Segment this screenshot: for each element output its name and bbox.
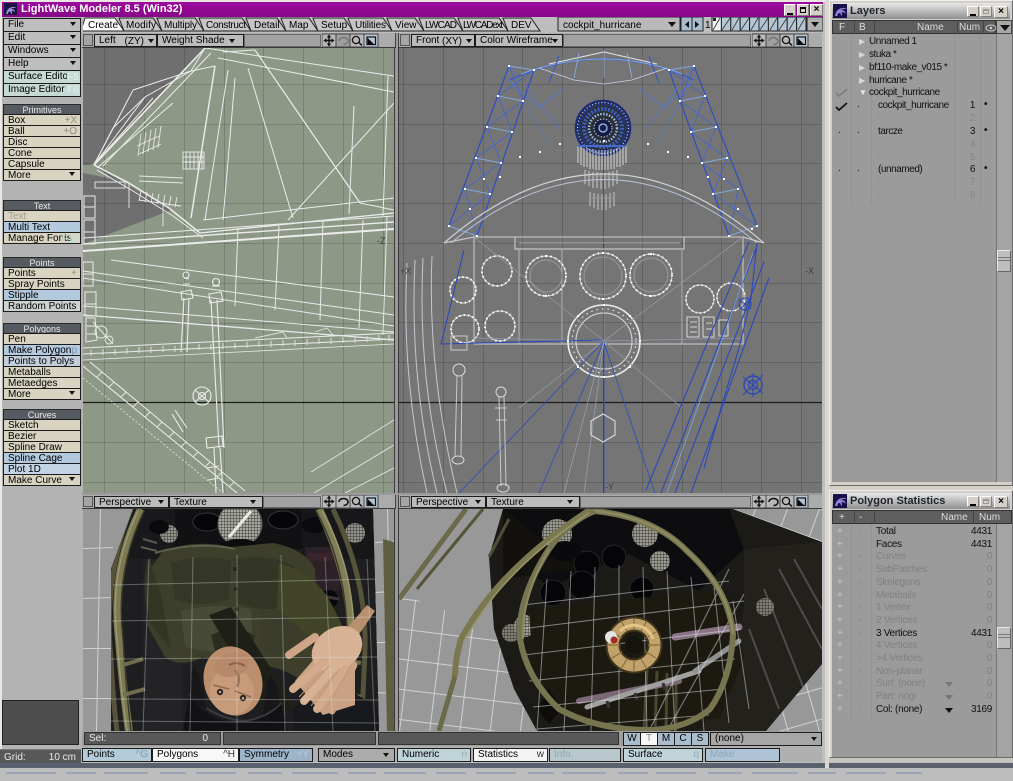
svg-text:-Y: -Y [605,482,614,492]
svg-text:Create: Create [88,20,118,31]
svg-text:Modify: Modify [126,20,156,31]
svg-text:1: 1 [705,20,711,31]
svg-text:+X: +X [400,266,411,276]
svg-text:cockpit_hurricane: cockpit_hurricane [563,20,642,31]
svg-text:-Z: -Z [377,236,386,246]
svg-text:Utilities: Utilities [355,20,386,31]
svg-text:LWCAD: LWCAD [425,20,457,31]
svg-text:LWCADext: LWCADext [463,20,503,31]
svg-text:Map: Map [289,20,309,31]
svg-text:Detail: Detail [254,20,280,31]
svg-text:DEV: DEV [511,20,532,31]
svg-text:Construct: Construct [206,20,246,31]
svg-text:View: View [395,20,417,31]
svg-text:Setup: Setup [321,20,348,31]
svg-text:Multiply: Multiply [164,20,197,31]
svg-text:-X: -X [805,266,814,276]
